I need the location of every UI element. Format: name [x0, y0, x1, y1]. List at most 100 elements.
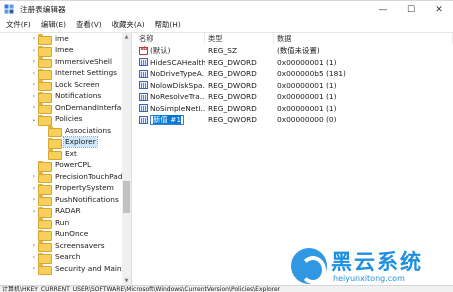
- value-data: 0x00000001 (1): [277, 80, 337, 90]
- column-header-data[interactable]: 数据: [274, 33, 453, 44]
- menu-favorites[interactable]: 收藏夹(A): [108, 17, 151, 32]
- tree-item[interactable]: Run: [30, 217, 70, 230]
- expand-chevron-icon[interactable]: ›: [30, 58, 38, 65]
- scroll-thumb[interactable]: [123, 181, 130, 213]
- folder-icon: [38, 68, 52, 80]
- tree-item-label: RADAR: [55, 206, 81, 216]
- value-name: NoDriveTypeA...: [150, 69, 205, 78]
- tree-item[interactable]: › ime: [30, 33, 70, 46]
- value-row[interactable]: NolowDiskSpa... REG_DWORD 0x00000001 (1): [136, 80, 453, 91]
- tree-item[interactable]: › OnDemandInterfaceC: [30, 102, 132, 115]
- tree-item-label: Lock Screen: [55, 79, 100, 89]
- tree-item[interactable]: PowerCPL: [30, 160, 92, 172]
- expand-chevron-icon[interactable]: ›: [30, 47, 38, 54]
- tree-item-label: Run: [55, 217, 70, 227]
- value-row[interactable]: (默认) REG_SZ (数值未设置): [136, 45, 453, 56]
- tree-item[interactable]: › Lock Screen: [30, 79, 101, 92]
- tree-item[interactable]: › Screensavers: [30, 240, 106, 253]
- tree-item[interactable]: Ext: [40, 148, 78, 161]
- string-value-icon: [139, 46, 148, 55]
- value-row-editing[interactable]: 新值 #1 REG_QWORD 0x00000000 (0): [136, 114, 453, 125]
- folder-icon: [48, 149, 62, 161]
- tree-item-label: PushNotifications: [55, 194, 119, 204]
- tree-item[interactable]: › RADAR: [30, 206, 82, 218]
- tree-item-label: Associations: [65, 125, 111, 135]
- tree-item-label: Policies: [55, 114, 83, 124]
- watermark-logo: 黑云系统 heiyunxitong.com: [291, 246, 441, 286]
- tree-item-label: PropertySystem: [55, 183, 114, 193]
- expand-chevron-icon[interactable]: ›: [30, 70, 38, 77]
- tree-item[interactable]: › Notifications: [30, 91, 102, 103]
- tree-item-label: OnDemandInterfaceC: [55, 102, 132, 112]
- folder-icon: [38, 252, 52, 264]
- maximize-button[interactable]: ☐: [397, 1, 425, 18]
- watermark-url: heiyunxitong.com: [333, 274, 405, 283]
- expand-chevron-icon[interactable]: ›: [30, 185, 38, 192]
- folder-icon: [38, 160, 52, 172]
- title-bar: 注册表编辑器 — ☐ ✕: [0, 0, 453, 17]
- tree-item-label: Notifications: [55, 91, 102, 101]
- expand-chevron-icon[interactable]: ›: [30, 93, 38, 100]
- tree-item[interactable]: Associations: [40, 125, 112, 138]
- value-row[interactable]: NoSimpleNetI... REG_DWORD 0x00000001 (1): [136, 103, 453, 114]
- binary-value-icon: [139, 58, 148, 66]
- tree-item[interactable]: › PushNotifications: [30, 194, 120, 207]
- key-tree[interactable]: › ime › Imee › ImmersiveShell › Internet…: [0, 33, 132, 286]
- tree-item[interactable]: › Search: [30, 252, 81, 264]
- binary-value-icon: [139, 81, 148, 89]
- watermark-title: 黑云系统: [331, 250, 423, 274]
- value-row[interactable]: NoDriveTypeA... REG_DWORD 0x000000b5 (18…: [136, 68, 453, 79]
- value-row[interactable]: HideSCAHealth REG_DWORD 0x00000001 (1): [136, 57, 453, 68]
- expand-chevron-icon[interactable]: ›: [30, 208, 38, 215]
- expand-chevron-icon[interactable]: ›: [30, 104, 38, 111]
- expand-chevron-icon[interactable]: ›: [30, 173, 38, 180]
- menu-file[interactable]: 文件(F): [2, 17, 37, 32]
- minimize-button[interactable]: —: [369, 1, 397, 18]
- expand-chevron-icon[interactable]: ›: [30, 265, 38, 272]
- tree-item[interactable]: › PrecisionTouchPad: [30, 171, 124, 184]
- value-type: REG_QWORD: [208, 115, 257, 124]
- rename-input[interactable]: 新值 #1: [150, 114, 184, 125]
- tree-item[interactable]: › Internet Settings: [30, 68, 118, 80]
- value-type: REG_DWORD: [208, 92, 257, 101]
- tree-item-label: Imee: [55, 45, 74, 55]
- tree-item[interactable]: › Imee: [30, 45, 74, 57]
- value-row[interactable]: NoResolveTra... REG_DWORD 0x00000001 (1): [136, 91, 453, 102]
- expand-chevron-icon[interactable]: ›: [30, 35, 38, 42]
- tree-item-explorer[interactable]: Explorer: [40, 136, 98, 149]
- tree-item-label: RunOnce: [55, 229, 89, 239]
- tree-item-label: PrecisionTouchPad: [55, 171, 123, 181]
- value-type: REG_DWORD: [208, 57, 257, 67]
- tree-item-label: Internet Settings: [55, 68, 118, 78]
- binary-value-icon: [139, 115, 148, 124]
- tree-item[interactable]: › ImmersiveShell: [30, 56, 113, 69]
- close-button[interactable]: ✕: [425, 1, 453, 18]
- menu-help[interactable]: 帮助(H): [151, 17, 187, 32]
- column-header-name[interactable]: 名称: [136, 33, 205, 44]
- tree-item[interactable]: ⌄ Policies: [30, 114, 83, 126]
- folder-icon: [38, 218, 52, 230]
- folder-open-icon: [48, 137, 62, 149]
- tree-scrollbar[interactable]: ▲ ▼: [122, 33, 131, 286]
- folder-icon: [38, 183, 52, 195]
- tree-item[interactable]: RunOnce: [30, 229, 89, 241]
- folder-open-icon: [38, 114, 52, 126]
- tree-item[interactable]: › PropertySystem: [30, 183, 115, 195]
- expand-chevron-icon[interactable]: ›: [30, 81, 38, 88]
- column-header-type[interactable]: 类型: [205, 33, 274, 44]
- expand-chevron-icon[interactable]: ›: [30, 196, 38, 203]
- value-data: 0x00000001 (1): [277, 92, 337, 101]
- folder-icon: [38, 91, 52, 103]
- window-controls: — ☐ ✕: [369, 1, 453, 18]
- expand-chevron-icon[interactable]: ›: [30, 242, 38, 249]
- menu-edit[interactable]: 编辑(E): [37, 17, 72, 32]
- rename-input-text: 新值 #1: [153, 114, 182, 124]
- binary-value-icon: [139, 104, 148, 112]
- folder-icon: [38, 206, 52, 218]
- tree-item[interactable]: › Security and Mainten: [30, 263, 131, 276]
- expand-chevron-icon[interactable]: ›: [30, 254, 38, 261]
- value-type: REG_DWORD: [208, 69, 257, 78]
- collapse-chevron-icon[interactable]: ⌄: [30, 116, 38, 123]
- scroll-up-arrow-icon[interactable]: ▲: [122, 33, 131, 42]
- menu-view[interactable]: 查看(V): [72, 17, 108, 32]
